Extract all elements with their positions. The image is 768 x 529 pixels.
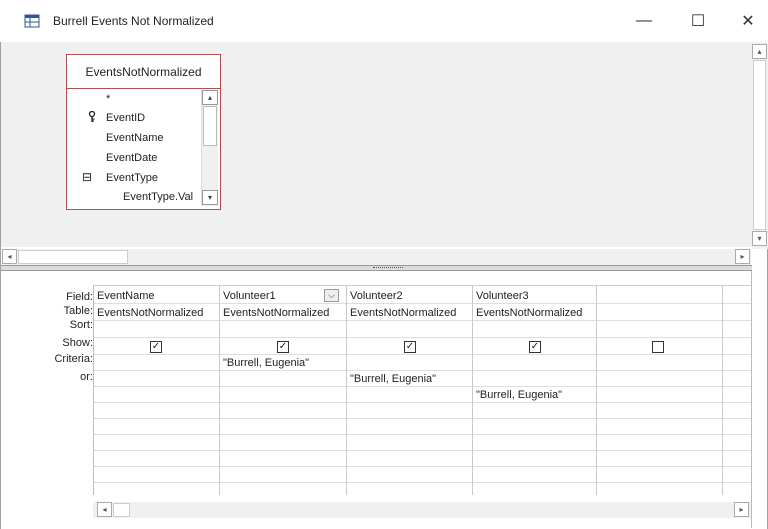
field-list-item-eventid[interactable]: EventID [106, 112, 145, 124]
or-cell[interactable]: "Burrell, Eugenia" [473, 389, 596, 402]
scroll-up-icon[interactable]: ▴ [752, 44, 767, 59]
row-label-or: or: [80, 371, 93, 383]
row-label-field: Field: [66, 291, 93, 303]
field-list-window[interactable]: EventsNotNormalized * EventID EventName … [66, 54, 221, 210]
grid-column[interactable] [597, 286, 723, 495]
field-list-item-all[interactable]: * [106, 93, 110, 105]
field-list-item-eventtype-value[interactable]: EventType.Val [123, 191, 201, 203]
row-label-show: Show: [62, 337, 93, 349]
query-grid: EventName EventsNotNormalized ✓ Voluntee… [93, 285, 751, 495]
scroll-down-icon[interactable]: ▾ [202, 190, 218, 205]
maximize-button[interactable]: ☐ [680, 6, 716, 36]
primary-key-icon [88, 110, 96, 126]
sort-cell[interactable] [220, 324, 346, 337]
criteria-cell[interactable] [347, 357, 472, 370]
query-design-icon [24, 14, 40, 28]
row-label-table: Table: [63, 305, 93, 317]
table-cell[interactable]: EventsNotNormalized [347, 307, 472, 320]
sort-cell[interactable] [347, 324, 472, 337]
or-cell[interactable] [94, 373, 219, 386]
sort-cell[interactable] [94, 324, 219, 337]
show-checkbox[interactable]: ✓ [529, 341, 541, 353]
grid-right-border [751, 271, 752, 528]
grid-column[interactable]: Volunteer3 EventsNotNormalized ✓ "Burrel… [473, 286, 597, 495]
window-title: Burrell Events Not Normalized [53, 14, 214, 28]
table-cell[interactable]: EventsNotNormalized [94, 307, 219, 320]
upper-pane-vertical-scrollbar[interactable]: ▴ ▾ [752, 42, 768, 249]
scroll-up-icon[interactable]: ▴ [202, 90, 218, 105]
show-checkbox[interactable]: ✓ [277, 341, 289, 353]
show-checkbox[interactable]: ✓ [150, 341, 162, 353]
criteria-cell[interactable]: "Burrell, Eugenia" [220, 357, 346, 370]
or-cell[interactable] [473, 373, 596, 386]
scroll-thumb[interactable] [18, 250, 128, 264]
or-cell[interactable]: "Burrell, Eugenia" [347, 373, 472, 386]
show-checkbox[interactable]: ✓ [404, 341, 416, 353]
grid-column[interactable]: Volunteer1 EventsNotNormalized ✓ "Burrel… [220, 286, 347, 495]
scroll-right-icon[interactable]: ▸ [735, 249, 750, 264]
field-cell[interactable]: Volunteer3 [473, 290, 596, 303]
field-list-item-eventdate[interactable]: EventDate [106, 152, 157, 164]
collapse-icon[interactable]: ⊟ [82, 170, 92, 184]
or-cell[interactable] [220, 373, 346, 386]
sort-cell[interactable] [473, 324, 596, 337]
scroll-down-icon[interactable]: ▾ [752, 231, 767, 246]
minimize-button[interactable]: — [626, 6, 662, 36]
scroll-right-icon[interactable]: ▸ [734, 502, 749, 517]
grid-horizontal-scrollbar[interactable]: ◂ ▸ [93, 502, 751, 518]
row-label-criteria: Criteria: [54, 353, 93, 365]
table-cell[interactable] [597, 307, 722, 320]
field-list-title[interactable]: EventsNotNormalized [67, 55, 220, 89]
field-cell[interactable]: Volunteer2 [347, 290, 472, 303]
table-cell[interactable]: EventsNotNormalized [220, 307, 346, 320]
splitter-grip[interactable] [373, 267, 403, 270]
criteria-cell[interactable] [473, 357, 596, 370]
criteria-cell[interactable] [94, 357, 219, 370]
scroll-left-icon[interactable]: ◂ [2, 249, 17, 264]
field-cell[interactable] [597, 290, 722, 303]
scroll-thumb[interactable] [753, 60, 766, 230]
field-cell[interactable]: EventName [94, 290, 219, 303]
scroll-left-icon[interactable]: ◂ [97, 502, 112, 517]
field-list-scrollbar[interactable]: ▴ ▾ [201, 90, 218, 206]
show-checkbox[interactable] [652, 341, 664, 353]
row-label-sort: Sort: [69, 319, 93, 331]
grid-column[interactable]: Volunteer2 EventsNotNormalized ✓ "Burrel… [347, 286, 473, 495]
field-list-item-eventtype[interactable]: EventType [106, 172, 158, 184]
grid-column[interactable]: EventName EventsNotNormalized ✓ [94, 286, 220, 495]
grid-column[interactable] [723, 286, 751, 495]
field-list-item-eventname[interactable]: EventName [106, 132, 163, 144]
table-cell[interactable]: EventsNotNormalized [473, 307, 596, 320]
scroll-thumb[interactable] [203, 106, 217, 146]
field-dropdown-button[interactable]: ⌵ [324, 289, 339, 302]
close-button[interactable]: ✕ [730, 6, 766, 36]
upper-pane-horizontal-scrollbar[interactable]: ◂ ▸ [2, 249, 751, 265]
scroll-thumb[interactable] [113, 503, 130, 517]
